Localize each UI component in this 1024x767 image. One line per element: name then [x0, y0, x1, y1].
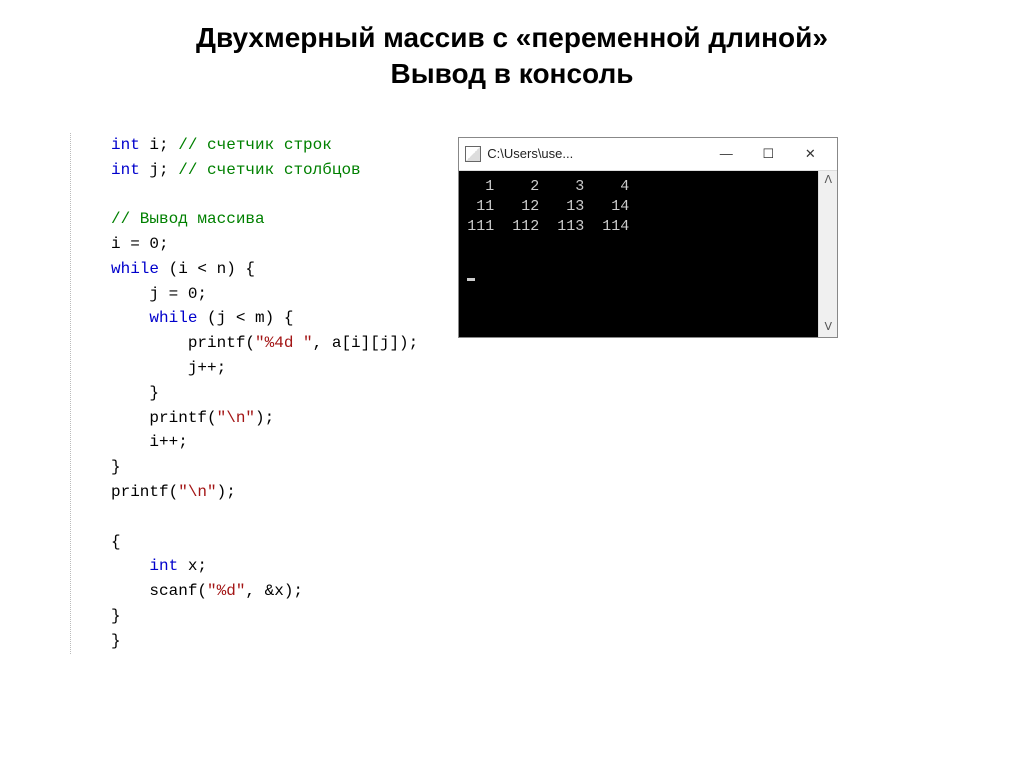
content-row: int i; // счетчик строк int j; // счетчи… [40, 133, 984, 654]
scrollbar[interactable]: ᐱ ᐯ [818, 171, 837, 337]
maximize-button[interactable]: ☐ [747, 142, 789, 166]
window-title: C:\Users\use... [487, 146, 573, 161]
string-literal: "%d" [207, 582, 245, 600]
keyword: int [111, 161, 140, 179]
code-text: x; [178, 557, 207, 575]
window-titlebar[interactable]: C:\Users\use... — ☐ ✕ [459, 138, 837, 171]
cursor-icon [467, 278, 475, 281]
console-line: 1 2 3 4 [467, 178, 629, 195]
console-line: 111 112 113 114 [467, 218, 629, 235]
keyword: while [111, 260, 159, 278]
code-text: printf( [111, 334, 255, 352]
keyword: while [149, 309, 197, 327]
app-icon [465, 146, 481, 162]
code-text [111, 557, 149, 575]
minimize-button[interactable]: — [705, 142, 747, 166]
string-literal: "\n" [178, 483, 216, 501]
code-text: j = 0; [111, 285, 207, 303]
code-text: printf( [111, 483, 178, 501]
string-literal: "\n" [217, 409, 255, 427]
code-text: printf( [111, 409, 217, 427]
code-text [111, 582, 149, 600]
slide: Двухмерный массив с «переменной длиной» … [0, 0, 1024, 767]
console-window: C:\Users\use... — ☐ ✕ 1 2 3 4 11 12 13 1… [458, 137, 838, 338]
console-line: 11 12 13 14 [467, 198, 629, 215]
code-text: scanf( [149, 582, 207, 600]
code-text: j; [140, 161, 178, 179]
scroll-down-icon[interactable]: ᐯ [825, 318, 833, 337]
code-text: (i < n) { [159, 260, 255, 278]
close-button[interactable]: ✕ [789, 142, 831, 166]
code-text: (j < m) { [197, 309, 293, 327]
console-body-wrap: 1 2 3 4 11 12 13 14 111 112 113 114 ᐱ ᐯ [459, 171, 837, 337]
code-text: } [111, 632, 121, 650]
console-output[interactable]: 1 2 3 4 11 12 13 14 111 112 113 114 [459, 171, 818, 337]
code-text: } [111, 384, 159, 402]
keyword: int [149, 557, 178, 575]
comment: // счетчик строк [178, 136, 332, 154]
code-text: ); [217, 483, 236, 501]
code-text: , &x); [245, 582, 303, 600]
code-text: i++; [111, 433, 188, 451]
code-text: } [111, 458, 121, 476]
comment: // Вывод массива [111, 210, 265, 228]
slide-title: Двухмерный массив с «переменной длиной» … [40, 20, 984, 93]
keyword: int [111, 136, 140, 154]
code-text: { [111, 533, 121, 551]
string-literal: "%4d " [255, 334, 313, 352]
code-text: i; [140, 136, 178, 154]
code-text: , a[i][j]); [313, 334, 419, 352]
title-line-2: Вывод в консоль [391, 58, 634, 89]
code-block: int i; // счетчик строк int j; // счетчи… [70, 133, 418, 654]
code-text [111, 309, 149, 327]
code-text: j++; [111, 359, 226, 377]
code-text: i = 0; [111, 235, 169, 253]
code-text: } [111, 607, 121, 625]
scroll-up-icon[interactable]: ᐱ [825, 171, 833, 190]
title-line-1: Двухмерный массив с «переменной длиной» [196, 22, 828, 53]
code-text: ); [255, 409, 274, 427]
comment: // счетчик столбцов [178, 161, 360, 179]
